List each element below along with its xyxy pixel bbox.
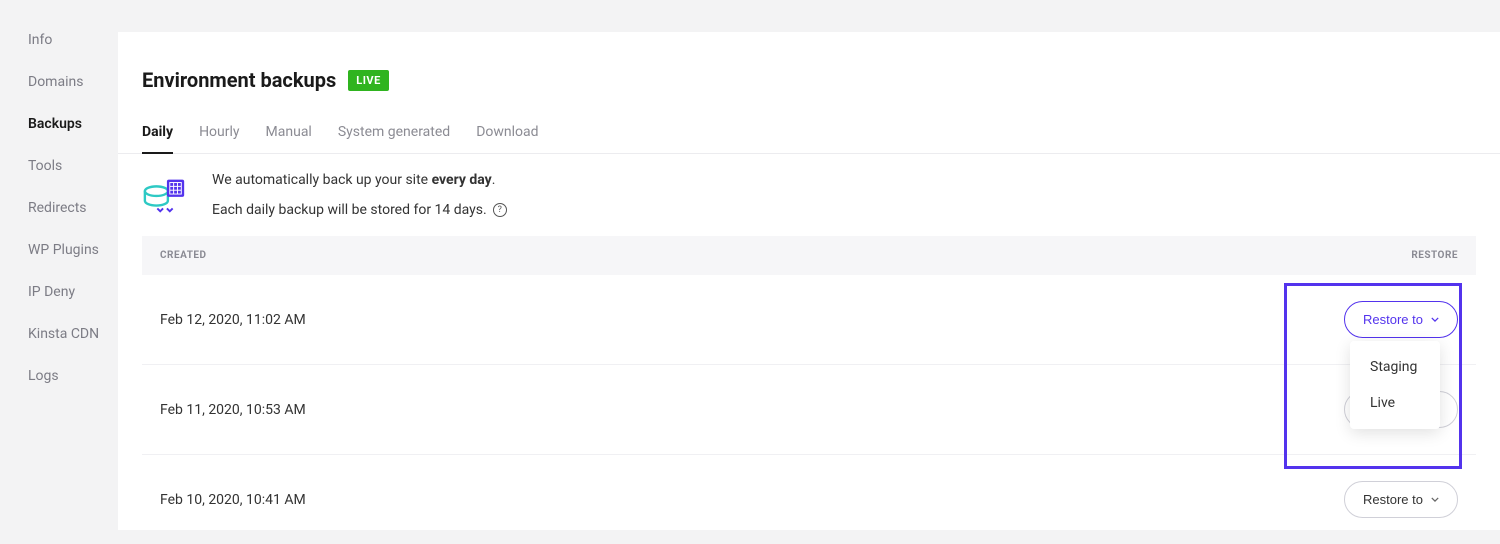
- backup-created-date: Feb 10, 2020, 10:41 AM: [160, 492, 306, 508]
- restore-button[interactable]: Restore to: [1344, 301, 1458, 338]
- tab-manual[interactable]: Manual: [266, 114, 312, 153]
- table-header: CREATED RESTORE: [142, 236, 1476, 275]
- backup-created-date: Feb 12, 2020, 11:02 AM: [160, 312, 306, 328]
- sidebar-item-domains[interactable]: Domains: [28, 74, 118, 90]
- tab-download[interactable]: Download: [476, 114, 538, 153]
- sidebar-item-backups[interactable]: Backups: [28, 116, 118, 132]
- sidebar-item-redirects[interactable]: Redirects: [28, 200, 118, 216]
- sidebar-item-logs[interactable]: Logs: [28, 368, 118, 384]
- info-line-1: We automatically back up your site every…: [212, 172, 507, 188]
- info-line-2: Each daily backup will be stored for 14 …: [212, 202, 507, 218]
- page-title: Environment backups: [142, 68, 336, 92]
- environment-badge: LIVE: [348, 70, 389, 91]
- dropdown-option-staging[interactable]: Staging: [1350, 349, 1440, 385]
- chevron-down-icon: [1431, 497, 1439, 502]
- sidebar-item-info[interactable]: Info: [28, 32, 118, 48]
- sidebar: Info Domains Backups Tools Redirects WP …: [0, 0, 118, 530]
- tab-daily[interactable]: Daily: [142, 114, 173, 154]
- dropdown-option-live[interactable]: Live: [1350, 385, 1440, 421]
- table-row: Feb 10, 2020, 10:41 AM Restore to: [142, 455, 1476, 544]
- table-row: Feb 11, 2020, 10:53 AM Restore to: [142, 365, 1476, 455]
- table-row: Feb 12, 2020, 11:02 AM Restore to Stagin…: [142, 275, 1476, 365]
- restore-button[interactable]: Restore to: [1344, 481, 1458, 518]
- tabs: Daily Hourly Manual System generated Dow…: [118, 114, 1500, 154]
- sidebar-item-kinsta-cdn[interactable]: Kinsta CDN: [28, 326, 118, 342]
- chevron-down-icon: [1431, 317, 1439, 322]
- col-created: CREATED: [160, 250, 207, 261]
- backup-created-date: Feb 11, 2020, 10:53 AM: [160, 402, 306, 418]
- restore-dropdown: Staging Live: [1350, 341, 1440, 429]
- tab-system-generated[interactable]: System generated: [338, 114, 450, 153]
- main-content: Environment backups LIVE Daily Hourly Ma…: [118, 32, 1500, 530]
- help-icon[interactable]: ?: [493, 203, 507, 217]
- col-restore: RESTORE: [1411, 250, 1458, 261]
- backup-icon: [142, 172, 188, 218]
- sidebar-item-tools[interactable]: Tools: [28, 158, 118, 174]
- sidebar-item-wp-plugins[interactable]: WP Plugins: [28, 242, 118, 258]
- sidebar-item-ip-deny[interactable]: IP Deny: [28, 284, 118, 300]
- tab-hourly[interactable]: Hourly: [199, 114, 239, 153]
